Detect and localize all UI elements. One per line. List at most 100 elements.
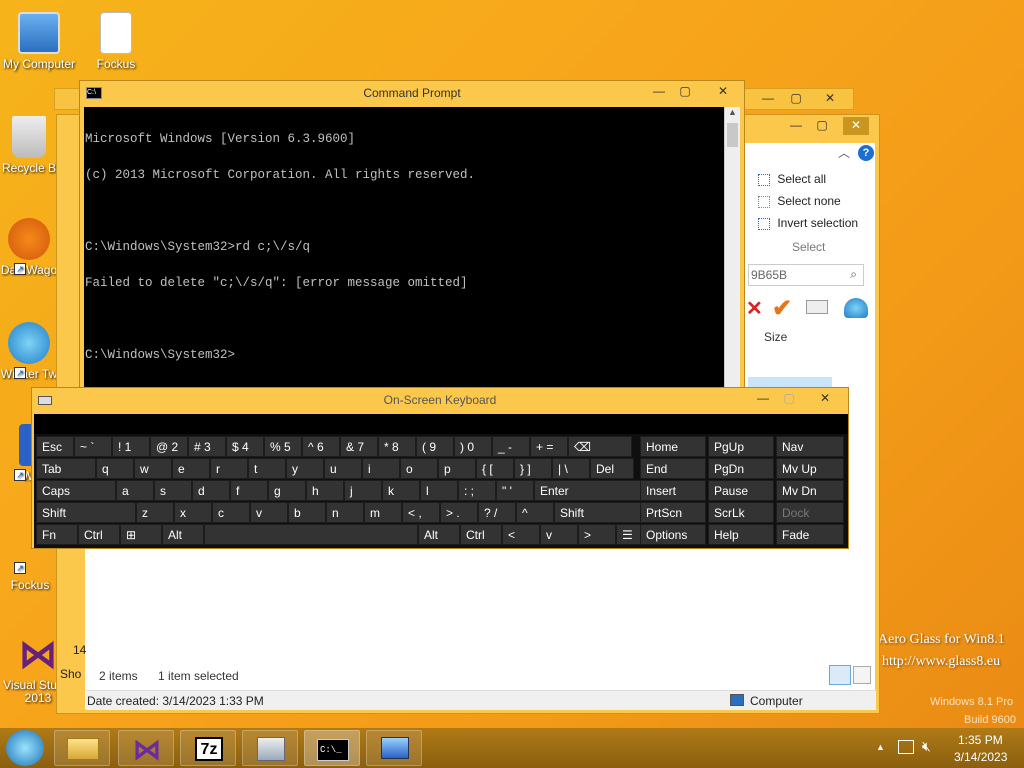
key-0[interactable]: ) 0: [454, 436, 492, 457]
key-backspace[interactable]: ⌫: [568, 436, 632, 457]
key-3[interactable]: # 3: [188, 436, 226, 457]
key-caps[interactable]: Caps: [36, 480, 116, 501]
select-none-button[interactable]: Select none: [758, 194, 841, 208]
key-fn[interactable]: Fn: [36, 524, 78, 545]
key-tilde[interactable]: ~ `: [74, 436, 112, 457]
minimize-button[interactable]: —: [783, 117, 809, 135]
key-7[interactable]: & 7: [340, 436, 378, 457]
desktop-icon-datawago[interactable]: ↗ DataWago: [0, 218, 58, 277]
key-prtscn[interactable]: PrtScn: [640, 502, 706, 523]
key-backslash[interactable]: | \: [552, 458, 590, 479]
taskbar-remote-desktop[interactable]: [366, 730, 422, 766]
maximize-button[interactable]: ▢: [783, 90, 809, 108]
desktop-icon-fockus-2[interactable]: ↗ Fockus: [0, 550, 60, 592]
key-z[interactable]: z: [136, 502, 174, 523]
key-scrlk[interactable]: ScrLk: [708, 502, 774, 523]
key-b[interactable]: b: [288, 502, 326, 523]
key-pgdn[interactable]: PgDn: [708, 458, 774, 479]
key-up[interactable]: ^: [516, 502, 554, 523]
key-n[interactable]: n: [326, 502, 364, 523]
key-nav[interactable]: Nav: [776, 436, 844, 457]
key-m[interactable]: m: [364, 502, 402, 523]
vertical-scrollbar[interactable]: ▲: [724, 107, 740, 389]
key-j[interactable]: j: [344, 480, 382, 501]
checkmark-icon[interactable]: ✔: [772, 294, 792, 323]
large-icons-view-icon[interactable]: [853, 666, 871, 684]
taskbar-visual-studio[interactable]: ⋈: [118, 730, 174, 766]
scroll-up-icon[interactable]: ▲: [728, 107, 737, 117]
key-ctrl-l[interactable]: Ctrl: [78, 524, 120, 545]
rename-icon[interactable]: [806, 300, 828, 314]
key-esc[interactable]: Esc: [36, 436, 74, 457]
close-button[interactable]: ✕: [817, 90, 843, 108]
key-ctrl-r[interactable]: Ctrl: [460, 524, 502, 545]
key-f[interactable]: f: [230, 480, 268, 501]
key-o[interactable]: o: [400, 458, 438, 479]
key-g[interactable]: g: [268, 480, 306, 501]
desktop-icon-recycle-bin[interactable]: Recycle B: [0, 116, 58, 175]
show-hidden-icons-icon[interactable]: ▲: [876, 742, 885, 752]
desktop-icon-fockus[interactable]: Fockus: [78, 12, 154, 71]
clock-time[interactable]: 1:35 PM: [958, 733, 1003, 747]
network-icon[interactable]: [898, 740, 914, 754]
key-pause[interactable]: Pause: [708, 480, 774, 501]
search-input[interactable]: 9B65B: [751, 268, 787, 282]
shell-icon[interactable]: [844, 298, 868, 318]
taskbar-server-manager[interactable]: [242, 730, 298, 766]
key-lbracket[interactable]: { [: [476, 458, 514, 479]
key-k[interactable]: k: [382, 480, 420, 501]
key-end[interactable]: End: [640, 458, 706, 479]
delete-icon[interactable]: ✕: [746, 296, 763, 321]
key-1[interactable]: ! 1: [112, 436, 150, 457]
close-button[interactable]: ✕: [808, 390, 842, 408]
key-c[interactable]: c: [212, 502, 250, 523]
key-rbracket[interactable]: } ]: [514, 458, 552, 479]
minimize-button[interactable]: —: [646, 83, 672, 101]
key-options[interactable]: Options: [640, 524, 706, 545]
close-button[interactable]: ✕: [706, 83, 740, 101]
desktop-icon-my-computer[interactable]: My Computer: [1, 12, 77, 71]
key-w[interactable]: w: [134, 458, 172, 479]
key-win[interactable]: ⊞: [120, 524, 162, 545]
console-output[interactable]: Microsoft Windows [Version 6.3.9600] (c)…: [84, 107, 724, 389]
key-right[interactable]: >: [578, 524, 616, 545]
key-equals[interactable]: + =: [530, 436, 568, 457]
command-prompt-window[interactable]: C:\ Command Prompt — ▢ ✕ Microsoft Windo…: [79, 80, 745, 390]
desktop-icon-winaero[interactable]: ↗ Winaer Tw: [0, 322, 58, 381]
maximize-button[interactable]: ▢: [776, 390, 802, 408]
key-2[interactable]: @ 2: [150, 436, 188, 457]
ribbon-collapse-icon[interactable]: ︿: [838, 144, 850, 161]
details-view-icon[interactable]: [829, 665, 851, 685]
scroll-thumb[interactable]: [727, 123, 738, 147]
key-fade[interactable]: Fade: [776, 524, 844, 545]
key-mv-dn[interactable]: Mv Dn: [776, 480, 844, 501]
clock-date[interactable]: 3/14/2023: [954, 750, 1007, 764]
key-i[interactable]: i: [362, 458, 400, 479]
key-q[interactable]: q: [96, 458, 134, 479]
key-slash[interactable]: ? /: [478, 502, 516, 523]
key-tab[interactable]: Tab: [36, 458, 96, 479]
key-a[interactable]: a: [116, 480, 154, 501]
key-y[interactable]: y: [286, 458, 324, 479]
key-6[interactable]: ^ 6: [302, 436, 340, 457]
key-dock[interactable]: Dock: [776, 502, 844, 523]
key-d[interactable]: d: [192, 480, 230, 501]
key-home[interactable]: Home: [640, 436, 706, 457]
minimize-button[interactable]: —: [750, 390, 776, 408]
key-x[interactable]: x: [174, 502, 212, 523]
key-s[interactable]: s: [154, 480, 192, 501]
key-5[interactable]: % 5: [264, 436, 302, 457]
key-8[interactable]: * 8: [378, 436, 416, 457]
maximize-button[interactable]: ▢: [672, 83, 698, 101]
key-r[interactable]: r: [210, 458, 248, 479]
key-shift-l[interactable]: Shift: [36, 502, 136, 523]
key-del[interactable]: Del: [590, 458, 634, 479]
key-help[interactable]: Help: [708, 524, 774, 545]
invert-selection-button[interactable]: Invert selection: [758, 216, 858, 230]
search-box[interactable]: 9B65B ⌕: [748, 264, 864, 286]
volume-muted-icon[interactable]: 🔇︎: [922, 738, 931, 755]
ie-icon[interactable]: [6, 730, 44, 766]
key-v[interactable]: v: [250, 502, 288, 523]
key-t[interactable]: t: [248, 458, 286, 479]
key-mv-up[interactable]: Mv Up: [776, 458, 844, 479]
